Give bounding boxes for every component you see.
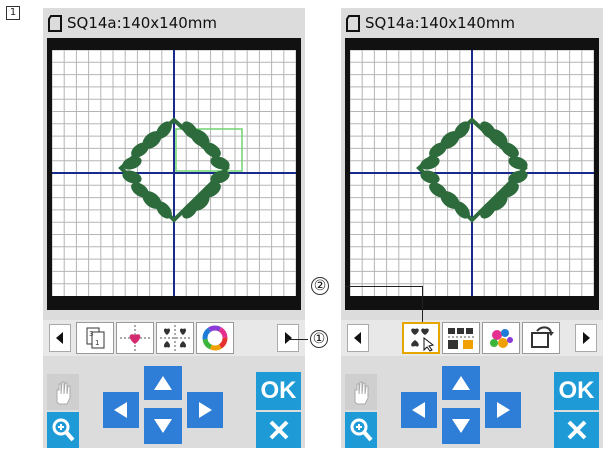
step-number: 1 — [6, 6, 20, 20]
zoom-icon — [350, 418, 373, 442]
move-up-button[interactable] — [144, 366, 182, 400]
layout-icon: 3 1 — [86, 327, 105, 349]
arrow-left-icon — [412, 402, 425, 418]
arrow-left-icon — [354, 332, 361, 344]
hand-button[interactable] — [345, 374, 377, 410]
rotate-button[interactable] — [522, 322, 560, 354]
arrow-right-icon — [285, 332, 292, 344]
zoom-button[interactable] — [345, 412, 377, 448]
move-right-button[interactable] — [485, 392, 521, 428]
color-button[interactable] — [196, 322, 234, 354]
select-pattern-icon — [411, 328, 435, 352]
close-icon — [269, 420, 288, 440]
ok-button[interactable]: OK — [554, 372, 599, 410]
hoop-icon — [48, 15, 62, 32]
move-left-button[interactable] — [103, 392, 139, 428]
screen-left: SQ14a:140x140mm 3 1 OK — [43, 8, 305, 448]
hand-icon — [354, 381, 369, 405]
editing-canvas[interactable] — [350, 50, 594, 296]
toolbar-prev-button[interactable] — [347, 324, 369, 352]
mirror-icon — [160, 325, 190, 351]
arrow-left-icon — [114, 402, 127, 418]
zoom-button[interactable] — [47, 412, 79, 448]
array-button[interactable] — [442, 322, 480, 354]
zoom-icon — [52, 418, 75, 442]
arrow-up-icon — [154, 376, 172, 390]
control-panel: OK — [341, 364, 603, 448]
editing-canvas[interactable] — [52, 50, 296, 296]
move-right-button[interactable] — [187, 392, 223, 428]
mirror-button[interactable] — [156, 322, 194, 354]
arrow-right-icon — [199, 402, 212, 418]
callout-2: ② — [311, 277, 329, 295]
svg-text:3: 3 — [89, 330, 93, 338]
control-panel: OK — [43, 364, 305, 448]
screen-right: SQ14a:140x140mm OK — [341, 8, 603, 448]
arrow-up-icon — [452, 376, 470, 390]
center-icon — [120, 325, 150, 351]
group-button[interactable] — [482, 322, 520, 354]
arrow-down-icon — [154, 419, 172, 433]
toolbar-prev-button[interactable] — [49, 324, 71, 352]
hand-button[interactable] — [47, 374, 79, 410]
canvas-frame — [345, 38, 599, 310]
move-down-button[interactable] — [144, 408, 182, 444]
layout-button[interactable]: 3 1 — [76, 322, 114, 354]
callout-line-2 — [345, 286, 423, 287]
header: SQ14a:140x140mm — [43, 8, 305, 38]
hoop-icon — [346, 15, 360, 32]
toolbar — [341, 320, 603, 356]
hand-icon — [56, 381, 71, 405]
canvas-frame — [47, 38, 301, 310]
select-pattern-button[interactable] — [402, 322, 440, 354]
cancel-button[interactable] — [554, 412, 599, 448]
toolbar-next-button[interactable] — [277, 324, 299, 352]
callout-line-1 — [286, 339, 308, 340]
move-up-button[interactable] — [442, 366, 480, 400]
move-down-button[interactable] — [442, 408, 480, 444]
toolbar-next-button[interactable] — [575, 324, 597, 352]
pattern-title: SQ14a:140x140mm — [365, 14, 516, 32]
arrow-left-icon — [56, 332, 63, 344]
callout-line-2-vertical — [422, 286, 423, 322]
pattern-title: SQ14a:140x140mm — [67, 14, 218, 32]
group-icon — [490, 329, 513, 348]
array-icon — [448, 328, 474, 349]
arrow-right-icon — [583, 332, 590, 344]
arrow-right-icon — [497, 402, 510, 418]
callout-1: ① — [310, 330, 328, 348]
rotate-icon — [531, 326, 554, 348]
toolbar: 3 1 — [43, 320, 305, 356]
svg-text:1: 1 — [95, 339, 99, 347]
color-wheel-icon — [202, 325, 228, 351]
header: SQ14a:140x140mm — [341, 8, 603, 38]
center-button[interactable] — [116, 322, 154, 354]
close-icon — [567, 420, 586, 440]
arrow-down-icon — [452, 419, 470, 433]
move-left-button[interactable] — [401, 392, 437, 428]
ok-button[interactable]: OK — [256, 372, 301, 410]
cancel-button[interactable] — [256, 412, 301, 448]
